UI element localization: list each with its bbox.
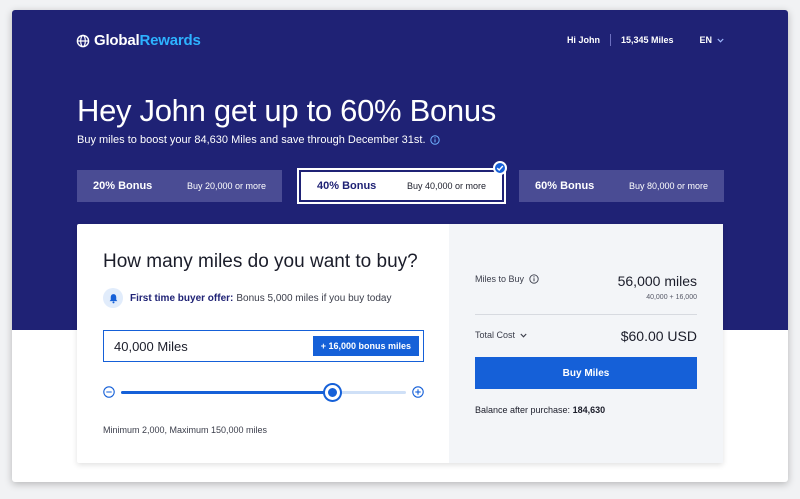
tier-option-60[interactable]: 60% Bonus Buy 80,000 or more bbox=[519, 170, 724, 202]
miles-to-buy-label: Miles to Buy bbox=[475, 274, 525, 284]
miles-to-buy-row: Miles to Buy bbox=[475, 274, 539, 284]
miles-amount-field[interactable]: + 16,000 bonus miles bbox=[103, 330, 424, 362]
brand-name-part2: Rewards bbox=[139, 32, 201, 49]
total-cost-label: Total Cost bbox=[475, 330, 516, 340]
miles-breakdown: 40,000 + 16,000 bbox=[646, 294, 697, 301]
order-summary-panel: Miles to Buy 56,000 miles 40,000 + 16,00… bbox=[449, 224, 723, 463]
miles-slider[interactable] bbox=[103, 383, 424, 401]
tier-name: 40% Bonus bbox=[317, 180, 377, 192]
miles-balance[interactable]: 15,345 Miles bbox=[621, 35, 674, 45]
user-greeting[interactable]: Hi John bbox=[567, 35, 600, 45]
top-nav: Hi John 15,345 Miles EN bbox=[567, 34, 724, 46]
slider-range-note: Minimum 2,000, Maximum 150,000 miles bbox=[103, 425, 268, 435]
bonus-miles-badge: + 16,000 bonus miles bbox=[312, 336, 419, 356]
miles-to-buy-value: 56,000 miles bbox=[617, 273, 697, 289]
bell-icon bbox=[109, 293, 117, 303]
hero-subtitle: Buy miles to boost your 84,630 Miles and… bbox=[77, 134, 440, 146]
tier-option-40[interactable]: 40% Bonus Buy 40,000 or more bbox=[299, 170, 504, 202]
check-icon bbox=[496, 165, 504, 171]
tier-requirement: Buy 40,000 or more bbox=[406, 181, 486, 191]
slider-track[interactable] bbox=[121, 385, 406, 400]
tier-requirement: Buy 80,000 or more bbox=[628, 181, 708, 191]
brand-logo[interactable]: Global Rewards bbox=[76, 32, 201, 49]
chevron-down-icon bbox=[717, 38, 724, 43]
tier-option-20[interactable]: 20% Bonus Buy 20,000 or more bbox=[77, 170, 282, 202]
slider-thumb[interactable] bbox=[324, 385, 340, 400]
total-cost-toggle[interactable]: Total Cost bbox=[475, 330, 527, 340]
tier-requirement: Buy 20,000 or more bbox=[186, 181, 266, 191]
purchase-card: How many miles do you want to buy? First… bbox=[77, 224, 723, 463]
slider-fill bbox=[121, 391, 332, 394]
hero-subtitle-text: Buy miles to boost your 84,630 Miles and… bbox=[77, 134, 426, 146]
info-icon[interactable] bbox=[529, 274, 539, 284]
app-window: Global Rewards Hi John 15,345 Miles EN He… bbox=[12, 10, 788, 482]
language-selector[interactable]: EN bbox=[699, 35, 724, 45]
buy-miles-button[interactable]: Buy Miles bbox=[475, 357, 697, 389]
balance-after-purchase: Balance after purchase: 184,630 bbox=[475, 405, 605, 415]
minus-circle-icon[interactable] bbox=[103, 386, 115, 398]
bell-icon-wrap bbox=[103, 288, 123, 308]
language-label: EN bbox=[699, 35, 712, 45]
selected-check-badge bbox=[493, 161, 507, 175]
balance-value: 184,630 bbox=[572, 405, 606, 415]
miles-selector-panel: How many miles do you want to buy? First… bbox=[77, 224, 449, 463]
offer-text: Bonus 5,000 miles if you buy today bbox=[236, 292, 392, 304]
page-title: Hey John get up to 60% Bonus bbox=[77, 93, 497, 128]
first-time-offer: First time buyer offer: Bonus 5,000 mile… bbox=[103, 288, 391, 308]
tier-name: 60% Bonus bbox=[535, 180, 595, 192]
nav-divider bbox=[609, 34, 611, 46]
brand-name-part1: Global bbox=[94, 32, 140, 49]
plus-circle-icon[interactable] bbox=[412, 386, 424, 398]
balance-label: Balance after purchase: bbox=[475, 405, 571, 415]
tier-name: 20% Bonus bbox=[93, 180, 153, 192]
chevron-down-icon bbox=[520, 333, 527, 338]
summary-divider bbox=[475, 314, 697, 315]
offer-label: First time buyer offer: bbox=[130, 292, 234, 304]
globe-icon bbox=[76, 34, 90, 47]
miles-amount-input[interactable] bbox=[114, 338, 294, 354]
total-cost-value: $60.00 USD bbox=[620, 328, 697, 344]
info-icon[interactable] bbox=[429, 135, 440, 145]
purchase-question: How many miles do you want to buy? bbox=[103, 251, 418, 272]
